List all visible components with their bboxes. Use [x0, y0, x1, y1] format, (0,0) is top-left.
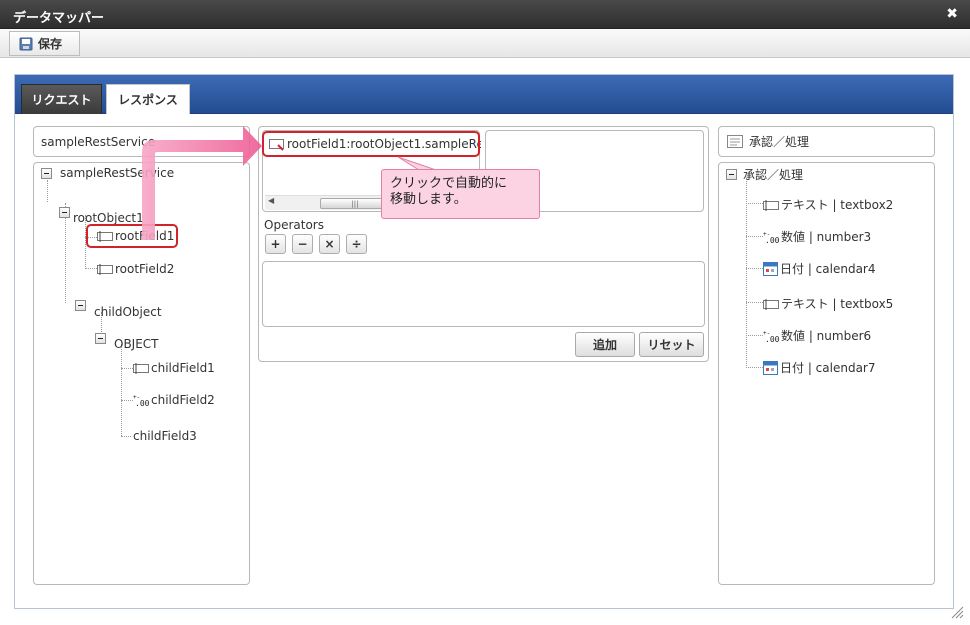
svg-text:.00: .00	[765, 236, 779, 244]
target-node-number3[interactable]: +- .00 数値 | number3	[763, 228, 871, 245]
target-node-root[interactable]: 承認／処理	[726, 166, 803, 183]
tree-line	[746, 268, 763, 269]
tree-line	[746, 302, 763, 303]
target-node-number6[interactable]: +- .00 数値 | number6	[763, 327, 871, 344]
tree-line	[746, 203, 763, 204]
form-icon	[727, 135, 743, 148]
tree-line	[746, 335, 763, 336]
calendar-icon	[763, 262, 778, 276]
number-icon: +-.00	[763, 231, 779, 244]
resize-grip-icon[interactable]	[950, 605, 964, 619]
hint-callout: クリックで自動的に 移動します。	[381, 169, 540, 219]
textbox-icon	[763, 298, 779, 310]
target-node-calendar4[interactable]: 日付 | calendar4	[763, 260, 876, 277]
target-node-textbox2[interactable]: テキスト | textbox2	[763, 196, 893, 213]
number-icon: +-.00	[763, 330, 779, 343]
target-header: 承認／処理	[718, 126, 935, 157]
target-node-calendar7[interactable]: 日付 | calendar7	[763, 359, 876, 376]
svg-text:.00: .00	[765, 335, 779, 343]
tree-line	[746, 178, 747, 368]
textbox-icon	[763, 199, 779, 211]
tree-line	[746, 367, 763, 368]
collapse-icon[interactable]	[726, 169, 737, 180]
target-node-textbox5[interactable]: テキスト | textbox5	[763, 295, 893, 312]
calendar-icon	[763, 361, 778, 375]
tree-line	[746, 236, 763, 237]
